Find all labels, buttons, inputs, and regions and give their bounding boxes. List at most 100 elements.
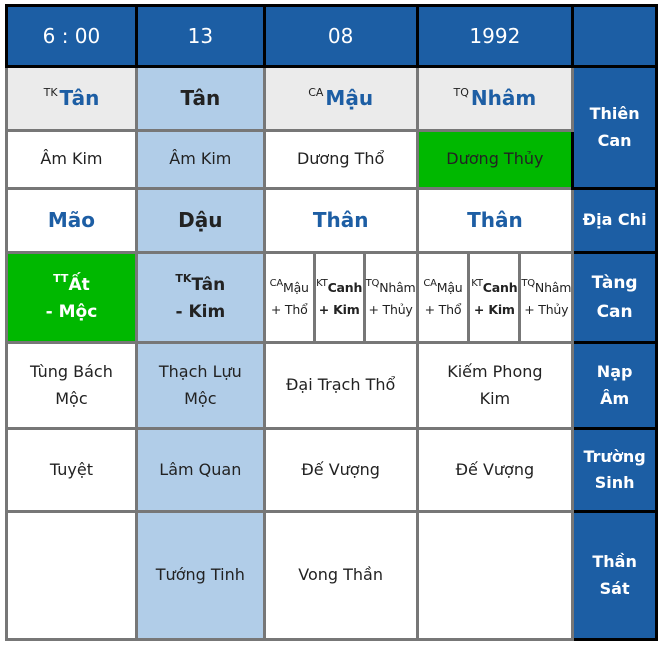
label-dia-chi: Địa Chi (571, 187, 658, 254)
stem-element-year: Dương Thủy (415, 129, 575, 190)
stem-year: TQ Nhâm (415, 65, 575, 132)
hidden-stem-name: Ất (68, 275, 90, 296)
label-tang-can: Tàng Can (571, 251, 658, 344)
header-corner (571, 4, 658, 68)
hidden-stem-element: + Thủy (368, 301, 413, 317)
hidden-stem-element: - Kim (175, 301, 226, 322)
hidden-stem-element: + Thủy (524, 301, 569, 317)
header-hour: 6 : 00 (5, 4, 138, 68)
stem-prefix: CA (308, 86, 324, 99)
branch-name: Mão (47, 208, 96, 232)
stem-prefix: TQ (453, 86, 469, 99)
than-sat-month: Vong Thần (262, 510, 419, 641)
header-day: 13 (134, 4, 266, 68)
branch-name: Dậu (178, 208, 223, 232)
hidden-stem-prefix: KT (316, 277, 328, 289)
nap-am-line: Kim (479, 388, 511, 408)
branch-name: Thân (312, 208, 369, 232)
stem-name: Tân (180, 86, 221, 110)
hidden-stem-name: Nhâm (534, 279, 572, 295)
hidden-stem-hour: TTẤt - Mộc (5, 251, 138, 344)
hidden-stem-year-2: KTCanh + Kim (467, 251, 522, 344)
hidden-stem-element: + Kim (473, 301, 515, 317)
hidden-stem-element: - Mộc (45, 301, 98, 322)
label-line: Trường (583, 446, 646, 466)
nap-am-month: Đại Trạch Thổ (262, 341, 419, 430)
hidden-stem-name: Mậu (436, 279, 463, 295)
truong-sinh-year: Đế Vượng (415, 427, 575, 513)
hidden-stem-element: + Thổ (424, 301, 462, 317)
hidden-stem-name: Tân (191, 275, 226, 296)
dia-chi-row: Mão Dậu Thân Thân Địa Chi (5, 187, 658, 254)
header-year: 1992 (415, 4, 575, 68)
hidden-stem-prefix: KT (471, 277, 483, 289)
stem-day: Tân (134, 65, 266, 132)
stem-element-row: Âm Kim Âm Kim Dương Thổ Dương Thủy (5, 129, 657, 190)
stem-hour: TK Tân (5, 65, 138, 132)
hidden-stem-name: Nhâm (379, 279, 416, 295)
hidden-stem-name: Canh (327, 279, 363, 295)
hidden-stem-month-1: CAMậu + Thổ (262, 251, 316, 344)
stem-element-day: Âm Kim (134, 129, 266, 190)
label-line: Can (596, 301, 633, 322)
label-line: Âm (600, 388, 630, 408)
nap-am-year: Kiếm Phong Kim (415, 341, 575, 430)
label-line: Thiên (589, 104, 640, 124)
than-sat-row: Tướng Tinh Vong Thần Thần Sát (5, 510, 658, 641)
hidden-stem-prefix: CA (423, 277, 437, 289)
label-line: Thần (592, 552, 637, 572)
stem-name: Tân (59, 86, 100, 110)
hidden-stem-prefix: CA (269, 277, 284, 289)
hidden-stem-prefix: TQ (365, 277, 380, 289)
branch-year: Thân (415, 187, 575, 254)
branch-month: Thân (262, 187, 419, 254)
hidden-stem-name: Canh (482, 279, 518, 295)
header-month: 08 (262, 4, 419, 68)
hidden-stem-element: + Kim (318, 301, 360, 317)
nap-am-line: Tùng Bách (30, 362, 113, 382)
truong-sinh-day: Lâm Quan (134, 427, 266, 513)
stem-month: CA Mậu (262, 65, 419, 132)
branch-name: Thân (467, 208, 523, 232)
branch-hour: Mão (5, 187, 138, 254)
hidden-stem-prefix: TK (175, 272, 192, 286)
label-line: Sát (599, 578, 630, 598)
hidden-stem-prefix: TT (53, 272, 69, 286)
nap-am-line: Mộc (184, 388, 217, 408)
hidden-stem-element: + Thổ (270, 301, 308, 317)
label-thien-can: Thiên Can (571, 65, 658, 190)
truong-sinh-row: Tuyệt Lâm Quan Đế Vượng Đế Vượng Trường … (5, 427, 658, 513)
hidden-stem-name: Mậu (283, 279, 309, 295)
thien-can-row: TK Tân Tân CA Mậu TQ Nhâm Thiên Can (5, 65, 658, 190)
label-line: Tàng (591, 273, 638, 294)
label-truong-sinh: Trường Sinh (571, 427, 658, 513)
hidden-stem-year-1: CAMậu + Thổ (415, 251, 471, 344)
label-nap-am: Nạp Âm (571, 341, 658, 430)
label-line: Sinh (594, 473, 635, 492)
nap-am-row: Tùng Bách Mộc Thạch Lựu Mộc Đại Trạch Th… (5, 341, 658, 430)
hidden-stem-month-3: TQNhâm + Thủy (362, 251, 419, 344)
label-line: Nạp (596, 362, 633, 382)
label-than-sat: Thần Sát (571, 510, 658, 641)
hidden-stem-prefix: TQ (521, 277, 535, 289)
stem-element-hour: Âm Kim (5, 129, 138, 190)
truong-sinh-hour: Tuyệt (5, 427, 138, 513)
truong-sinh-month: Đế Vượng (262, 427, 419, 513)
nap-am-day: Thạch Lựu Mộc (134, 341, 266, 430)
hidden-stem-year-3: TQNhâm + Thủy (518, 251, 575, 344)
stem-name: Mậu (325, 86, 374, 110)
nap-am-line: Đại Trạch Thổ (286, 375, 396, 395)
stem-prefix: TK (43, 86, 58, 99)
bazi-chart: 6 : 00 13 08 1992 TK Tân Tân CA Mậu TQ Nhâm… (5, 4, 658, 641)
than-sat-hour (5, 510, 138, 641)
nap-am-line: Kiếm Phong (447, 362, 543, 382)
tang-can-row: TTẤt - Mộc TKTân - Kim CAMậu + Thổ KTCan… (5, 251, 658, 344)
than-sat-year (415, 510, 575, 641)
stem-name: Nhâm (470, 86, 537, 110)
bazi-table: 6 : 00 13 08 1992 TK Tân Tân CA Mậu TQ Nhâm… (5, 4, 658, 641)
header-row: 6 : 00 13 08 1992 (5, 4, 658, 68)
stem-element-month: Dương Thổ (262, 129, 419, 190)
branch-day: Dậu (134, 187, 266, 254)
nap-am-line: Thạch Lựu (158, 362, 242, 382)
hidden-stem-month-2: KTCanh + Kim (312, 251, 366, 344)
